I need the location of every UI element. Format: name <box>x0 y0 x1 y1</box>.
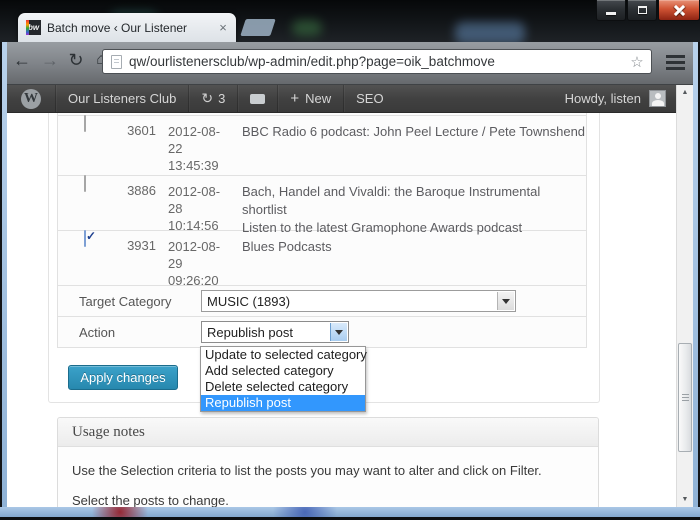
wp-admin-bar: W Our Listeners Club ↻ 3 + New SEO Howdy… <box>7 85 676 113</box>
seo-label: SEO <box>356 91 384 106</box>
target-category-select[interactable]: MUSIC (1893) <box>201 290 516 312</box>
dropdown-option[interactable]: Update to selected category <box>201 347 367 363</box>
page-scrollbar[interactable]: ▲ ▼ <box>676 85 693 507</box>
site-name-menu[interactable]: Our Listeners Club <box>55 85 188 112</box>
action-dropdown-list: Update to selected category Add selected… <box>200 346 367 412</box>
seo-menu[interactable]: SEO <box>343 85 395 112</box>
close-icon <box>674 5 685 16</box>
updates-icon: ↻ <box>201 90 214 106</box>
new-content-menu[interactable]: + New <box>277 85 343 112</box>
dropdown-option[interactable]: Add selected category <box>201 363 365 379</box>
window-border <box>0 507 700 517</box>
maximize-button[interactable] <box>627 0 657 21</box>
usage-notes-panel: Usage notes Use the Selection criteria t… <box>57 417 599 507</box>
comment-bubble-icon <box>250 93 266 104</box>
dropdown-option[interactable]: Delete selected category <box>201 379 365 395</box>
usage-notes-title: Usage notes <box>58 418 598 447</box>
scroll-up-icon[interactable]: ▲ <box>677 85 693 100</box>
post-id: 3601 <box>127 123 156 138</box>
url-text[interactable]: qw/ourlistenersclub/wp-admin/edit.php?pa… <box>129 54 627 69</box>
user-avatar <box>649 90 666 107</box>
comments-menu[interactable] <box>237 85 277 112</box>
reload-button[interactable]: ↻ <box>63 47 89 74</box>
row-checkbox[interactable] <box>84 175 86 192</box>
window-controls <box>596 0 700 23</box>
post-title: Blues Podcasts <box>242 239 332 254</box>
table-row: 3886 2012-08-28 10:14:56 Bach, Handel an… <box>58 175 586 235</box>
post-id: 3931 <box>127 238 156 253</box>
minimize-icon <box>606 11 616 15</box>
row-checkbox[interactable] <box>84 115 86 132</box>
action-row: Action Republish post <box>58 317 586 348</box>
site-name: Our Listeners Club <box>68 91 177 106</box>
chrome-menu-button[interactable] <box>660 51 690 73</box>
window-border <box>693 42 698 508</box>
usage-notes-line1: Use the Selection criteria to list the p… <box>72 463 542 478</box>
browser-window: bw Batch move ‹ Our Listener × ← → ↻ ⌂ q… <box>0 0 700 520</box>
updates-count: 3 <box>218 91 226 106</box>
chevron-down-icon[interactable] <box>497 292 514 310</box>
row-checkbox[interactable] <box>84 230 86 247</box>
window-border <box>2 42 7 508</box>
back-button[interactable]: ← <box>9 47 35 74</box>
usage-notes-line2: Select the posts to change. <box>72 493 229 507</box>
desktop-glow <box>455 22 525 44</box>
table-row: 3931 2012-08-29 09:26:20 Blues Podcasts <box>58 230 586 288</box>
apply-changes-button[interactable]: Apply changes <box>68 365 178 390</box>
wordpress-logo-icon: W <box>21 88 41 109</box>
address-bar[interactable]: qw/ourlistenersclub/wp-admin/edit.php?pa… <box>102 49 652 74</box>
post-date: 2012-08-22 13:45:39 <box>168 124 221 173</box>
forward-button[interactable]: → <box>37 47 63 74</box>
page-content: 3601 2012-08-22 13:45:39 BBC Radio 6 pod… <box>7 113 676 507</box>
tab-close-icon[interactable]: × <box>216 20 230 35</box>
post-title: Bach, Handel and Vivaldi: the Baroque In… <box>242 176 586 235</box>
dropdown-option-selected[interactable]: Republish post <box>201 395 365 411</box>
howdy-text: Howdy, listen <box>564 91 641 106</box>
target-category-label: Target Category <box>79 294 172 309</box>
account-menu[interactable]: Howdy, listen <box>553 85 676 112</box>
post-title-line1: Bach, Handel and Vivaldi: the Baroque In… <box>242 184 541 217</box>
posts-table: 3601 2012-08-22 13:45:39 BBC Radio 6 pod… <box>57 113 587 348</box>
post-date: 2012-08-29 09:26:20 <box>168 239 221 288</box>
target-category-row: Target Category MUSIC (1893) <box>58 286 586 317</box>
maximize-icon <box>637 6 647 14</box>
post-id: 3886 <box>127 183 156 198</box>
chevron-down-icon[interactable] <box>330 323 347 341</box>
plus-icon: + <box>290 90 300 107</box>
page-icon <box>111 54 122 69</box>
minimize-button[interactable] <box>596 0 626 21</box>
site-favicon-icon: bw <box>26 20 41 35</box>
scroll-down-icon[interactable]: ▼ <box>677 492 693 507</box>
scrollbar-thumb[interactable] <box>678 343 692 452</box>
usage-notes-body: Use the Selection criteria to list the p… <box>58 447 598 507</box>
action-label: Action <box>79 325 116 340</box>
updates-menu[interactable]: ↻ 3 <box>188 85 237 112</box>
new-tab-button[interactable] <box>240 19 276 36</box>
tab-title: Batch move ‹ Our Listener <box>47 20 188 35</box>
post-title: BBC Radio 6 podcast: John Peel Lecture /… <box>242 124 586 139</box>
action-value: Republish post <box>207 325 293 340</box>
desktop-glow <box>292 20 322 36</box>
close-button[interactable] <box>658 0 700 21</box>
action-select[interactable]: Republish post <box>201 321 349 343</box>
post-date: 2012-08-28 10:14:56 <box>168 184 221 233</box>
table-row: 3601 2012-08-22 13:45:39 BBC Radio 6 pod… <box>58 115 586 176</box>
wp-logo-menu[interactable]: W <box>7 85 55 112</box>
target-category-value: MUSIC (1893) <box>207 294 291 309</box>
new-label: New <box>305 91 332 106</box>
browser-tab[interactable]: bw Batch move ‹ Our Listener × <box>18 13 236 42</box>
bookmark-star-icon[interactable]: ☆ <box>627 53 647 71</box>
